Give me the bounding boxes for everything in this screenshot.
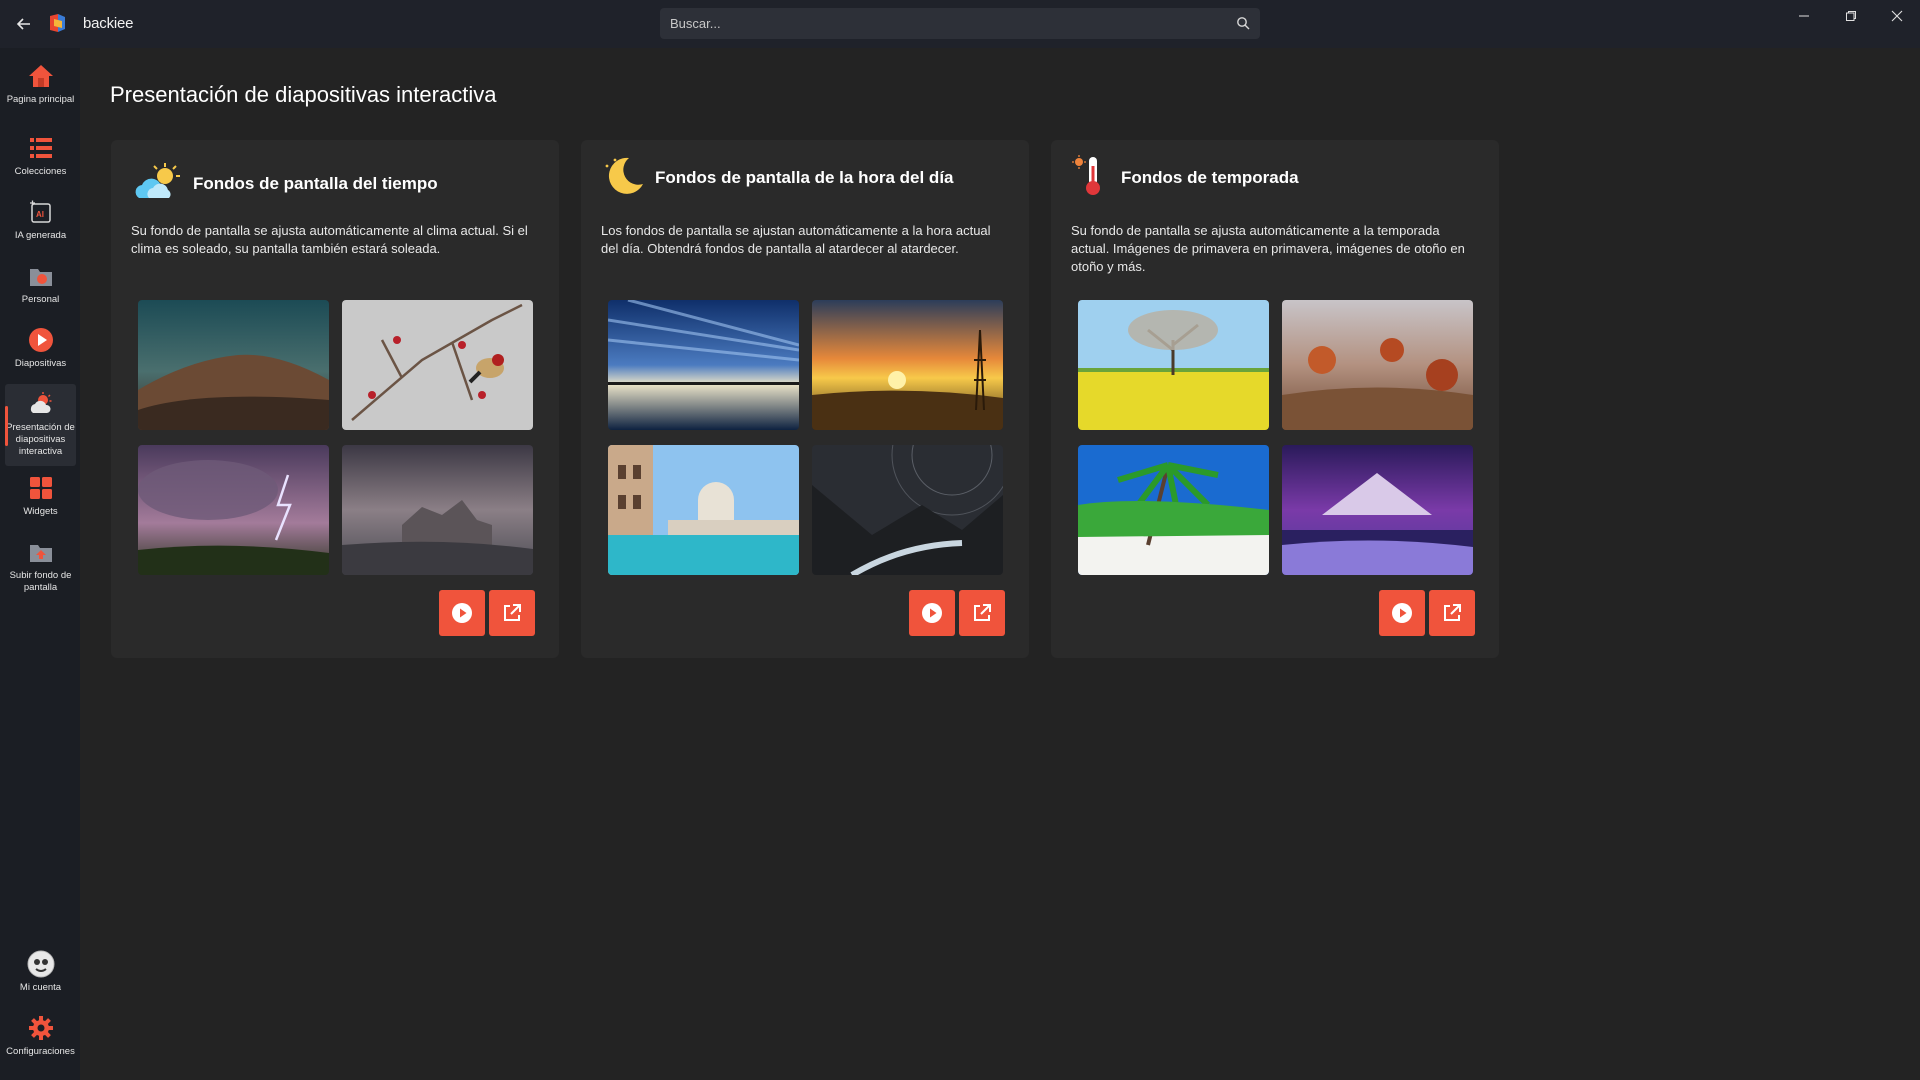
- minimize-icon[interactable]: [1786, 6, 1822, 26]
- search-bar[interactable]: [660, 8, 1260, 39]
- upload-icon: [27, 538, 55, 566]
- sidebar-item-settings[interactable]: Configuraciones: [5, 1014, 76, 1058]
- title-bar: backiee: [0, 0, 1920, 48]
- card-title: Fondos de pantalla del tiempo: [193, 174, 438, 193]
- wallpaper-thumbnail[interactable]: [812, 300, 1003, 430]
- close-icon[interactable]: [1879, 6, 1915, 26]
- open-external-button[interactable]: [959, 590, 1005, 636]
- external-link-icon: [504, 604, 521, 621]
- seasonal-wallpapers-card: Fondos de temporada Su fondo de pantalla…: [1051, 140, 1499, 658]
- time-of-day-wallpapers-card: Fondos de pantalla de la hora del día Lo…: [581, 140, 1029, 658]
- wallpaper-thumbnail[interactable]: [812, 445, 1003, 575]
- search-input[interactable]: [660, 16, 1220, 31]
- app-name: backiee: [83, 15, 134, 32]
- thermometer-icon: [1071, 154, 1111, 203]
- sidebar-item-upload[interactable]: Subir fondo de pantalla: [5, 538, 76, 594]
- external-link-icon: [974, 604, 991, 621]
- card-description: Su fondo de pantalla se ajusta automátic…: [1071, 223, 1465, 274]
- play-slideshow-button[interactable]: [439, 590, 485, 636]
- sidebar-item-label: IA generada: [14, 230, 67, 241]
- wallpaper-thumbnail[interactable]: [1078, 445, 1269, 575]
- open-external-button[interactable]: [1429, 590, 1475, 636]
- sidebar-item-label: Personal: [21, 294, 60, 305]
- weather-wallpapers-card: Fondos de pantalla del tiempo Su fondo d…: [111, 140, 559, 658]
- card-title: Fondos de temporada: [1121, 168, 1299, 187]
- cloud-sun-icon: [131, 162, 183, 207]
- moon-icon: [601, 154, 645, 203]
- sidebar-item-collections[interactable]: Colecciones: [5, 134, 76, 178]
- sidebar-item-label: Diapositivas: [14, 358, 67, 369]
- play-icon: [27, 326, 55, 354]
- folder-icon: [27, 262, 55, 290]
- sidebar-item-label: Configuraciones: [6, 1046, 75, 1057]
- wallpaper-thumbnail[interactable]: [342, 445, 533, 575]
- sidebar-item-home[interactable]: Pagina principal: [5, 62, 76, 106]
- sidebar-item-label: Widgets: [23, 506, 58, 517]
- wallpaper-thumbnail[interactable]: [1078, 300, 1269, 430]
- svg-text:AI: AI: [36, 210, 44, 219]
- play-icon: [922, 603, 942, 623]
- wallpaper-thumbnail[interactable]: [138, 445, 329, 575]
- sidebar-item-label: Colecciones: [14, 166, 67, 177]
- page-title: Presentación de diapositivas interactiva: [110, 82, 497, 107]
- card-description: Los fondos de pantalla se ajustan automá…: [601, 223, 991, 256]
- play-slideshow-button[interactable]: [909, 590, 955, 636]
- wallpaper-thumbnail[interactable]: [608, 445, 799, 575]
- open-external-button[interactable]: [489, 590, 535, 636]
- card-title: Fondos de pantalla de la hora del día: [655, 168, 954, 187]
- wallpaper-thumbnail[interactable]: [138, 300, 329, 430]
- sidebar-item-label: Pagina principal: [6, 94, 75, 105]
- list-icon: [27, 134, 55, 162]
- wallpaper-thumbnail[interactable]: [1282, 300, 1473, 430]
- home-icon: [27, 62, 55, 90]
- sidebar-item-interactive-slideshow[interactable]: Presentación de diapositivas interactiva: [5, 384, 76, 466]
- back-arrow-icon[interactable]: [12, 12, 36, 36]
- sidebar-item-label: Mi cuenta: [19, 982, 62, 993]
- avatar: [27, 950, 55, 978]
- external-link-icon: [1444, 604, 1461, 621]
- sidebar-item-label: Subir fondo de pantalla: [9, 570, 72, 593]
- wallpaper-thumbnail[interactable]: [1282, 445, 1473, 575]
- sidebar: Pagina principal Colecciones AI IA gener…: [0, 48, 80, 1080]
- restore-icon[interactable]: [1833, 6, 1869, 26]
- sidebar-item-slideshows[interactable]: Diapositivas: [5, 326, 76, 370]
- backiee-logo: [46, 13, 68, 35]
- search-icon[interactable]: [1236, 16, 1250, 30]
- wallpaper-thumbnail[interactable]: [342, 300, 533, 430]
- sidebar-item-personal[interactable]: Personal: [5, 262, 76, 306]
- sidebar-item-widgets[interactable]: Widgets: [5, 474, 76, 518]
- play-slideshow-button[interactable]: [1379, 590, 1425, 636]
- sidebar-item-account[interactable]: Mi cuenta: [5, 950, 76, 994]
- widgets-icon: [27, 474, 55, 502]
- sidebar-item-ai[interactable]: AI IA generada: [5, 198, 76, 242]
- wallpaper-thumbnail[interactable]: [608, 300, 799, 430]
- sidebar-item-label: Presentación de diapositivas interactiva: [6, 422, 75, 457]
- weather-icon: [27, 390, 55, 418]
- play-icon: [1392, 603, 1412, 623]
- gear-icon: [27, 1014, 55, 1042]
- card-description: Su fondo de pantalla se ajusta automátic…: [131, 223, 528, 256]
- play-icon: [452, 603, 472, 623]
- ai-image-icon: AI: [27, 198, 55, 226]
